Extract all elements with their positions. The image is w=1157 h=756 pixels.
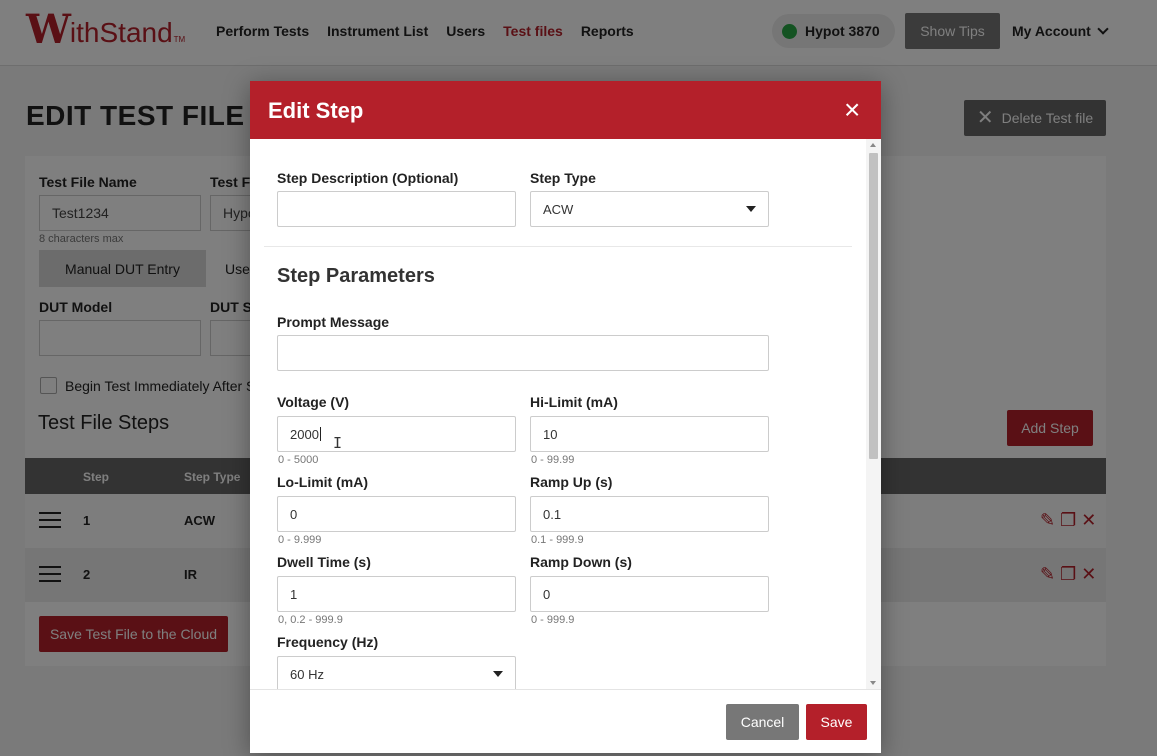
dwell-time-input[interactable]: 1 (277, 576, 516, 612)
voltage-input[interactable]: 2000 (277, 416, 516, 452)
prompt-message-label: Prompt Message (277, 314, 390, 330)
ramp-up-range-hint: 0.1 - 999.9 (531, 534, 584, 546)
step-type-label: Step Type (530, 170, 596, 186)
save-button[interactable]: Save (806, 704, 867, 740)
prompt-message-input[interactable] (277, 335, 769, 371)
frequency-select[interactable]: 60 Hz (277, 656, 516, 689)
frequency-label: Frequency (Hz) (277, 634, 379, 650)
voltage-label: Voltage (V) (277, 394, 350, 410)
modal-body: Step Description (Optional) Step Type AC… (250, 139, 881, 689)
step-type-select[interactable]: ACW (530, 191, 769, 227)
lo-limit-range-hint: 0 - 9.999 (278, 534, 322, 546)
modal-header: Edit Step × (250, 81, 881, 139)
step-type-value: ACW (543, 201, 574, 217)
dropdown-caret-icon (746, 206, 756, 212)
text-cursor (319, 427, 321, 441)
ramp-up-input[interactable]: 0.1 (530, 496, 769, 532)
scrollbar-thumb[interactable] (869, 153, 878, 459)
modal-title: Edit Step (268, 98, 364, 123)
scroll-down-arrow-icon[interactable] (870, 681, 876, 685)
hi-limit-range-hint: 0 - 99.99 (531, 454, 575, 466)
step-description-input[interactable] (277, 191, 516, 227)
dropdown-caret-icon (493, 671, 503, 677)
ramp-up-label: Ramp Up (s) (530, 474, 613, 490)
section-divider (264, 246, 852, 247)
lo-limit-input[interactable]: 0 (277, 496, 516, 532)
step-parameters-heading: Step Parameters (277, 265, 435, 287)
ibeam-cursor-icon: I (333, 434, 343, 452)
scroll-up-arrow-icon[interactable] (870, 143, 876, 147)
voltage-value: 2000 (290, 426, 319, 442)
dwell-time-label: Dwell Time (s) (277, 554, 371, 570)
ramp-down-range-hint: 0 - 999.9 (531, 614, 575, 626)
hi-limit-input[interactable]: 10 (530, 416, 769, 452)
lo-limit-label: Lo-Limit (mA) (277, 474, 368, 490)
edit-step-modal: Edit Step × Step Description (Optional) … (250, 81, 881, 753)
step-description-label: Step Description (Optional) (277, 170, 459, 186)
hi-limit-label: Hi-Limit (mA) (530, 394, 618, 410)
voltage-range-hint: 0 - 5000 (278, 454, 319, 466)
modal-footer: Cancel Save (250, 689, 881, 753)
dwell-time-range-hint: 0, 0.2 - 999.9 (278, 614, 343, 626)
frequency-value: 60 Hz (290, 666, 324, 682)
modal-scrollbar[interactable] (866, 139, 881, 689)
ramp-down-label: Ramp Down (s) (530, 554, 632, 570)
cancel-button[interactable]: Cancel (726, 704, 799, 740)
close-icon[interactable]: × (844, 96, 860, 124)
ramp-down-input[interactable]: 0 (530, 576, 769, 612)
